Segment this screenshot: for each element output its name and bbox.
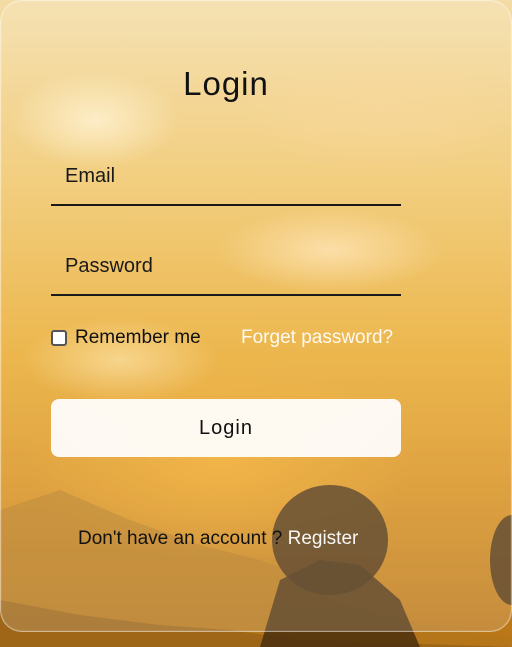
register-link[interactable]: Register xyxy=(288,528,359,549)
register-prompt-row: Don't have an account ? Register xyxy=(78,528,358,550)
register-prompt-text: Don't have an account ? xyxy=(78,528,283,549)
login-button[interactable]: Login xyxy=(51,399,401,457)
remember-me-label: Remember me xyxy=(75,327,201,348)
password-field-container xyxy=(51,238,401,296)
login-title: Login xyxy=(183,65,269,102)
background-photo: Login Remember me Forget password? Login… xyxy=(0,0,512,647)
forget-password-link[interactable]: Forget password? xyxy=(241,327,393,349)
password-field[interactable] xyxy=(51,238,401,294)
email-field-container xyxy=(51,148,401,206)
email-field[interactable] xyxy=(51,148,401,204)
remember-me-option[interactable]: Remember me xyxy=(51,327,201,349)
remember-me-checkbox[interactable] xyxy=(51,330,67,346)
login-card: Login Remember me Forget password? Login… xyxy=(0,0,512,632)
